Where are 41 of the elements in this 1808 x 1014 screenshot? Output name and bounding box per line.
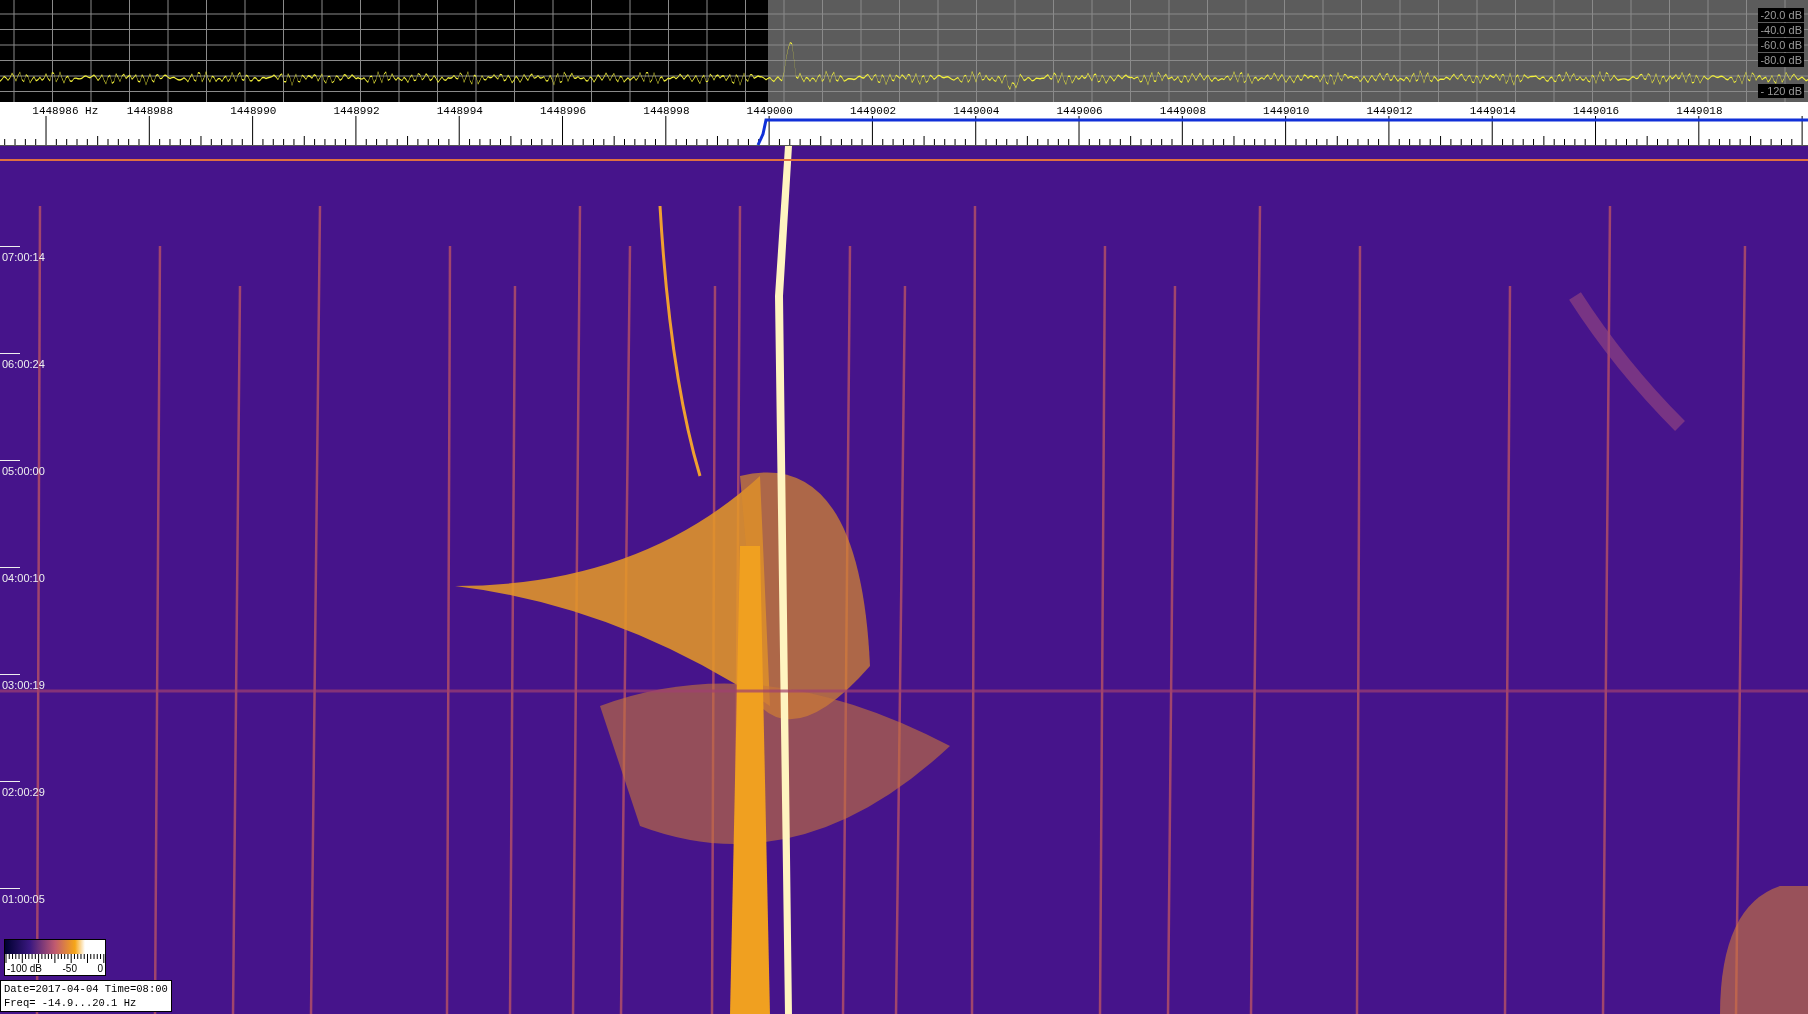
time-tick — [0, 674, 20, 675]
frequency-label: 1449004 — [953, 105, 1000, 117]
frequency-label: 1449008 — [1159, 105, 1206, 117]
time-tick — [0, 460, 20, 461]
frequency-label: 1449002 — [849, 105, 897, 117]
db-label: -60.0 dB — [1758, 38, 1804, 52]
scale-label: -50 — [62, 963, 77, 975]
frequency-label: 1449012 — [1366, 105, 1413, 117]
time-tick — [0, 567, 20, 568]
time-label: 01:00:05 — [1, 892, 45, 907]
time-label: 05:00:00 — [1, 464, 45, 479]
frequency-label: 1449018 — [1676, 105, 1723, 117]
time-tick — [0, 353, 20, 354]
db-label: -80.0 dB — [1758, 53, 1804, 67]
time-label: 06:00:24 — [1, 357, 45, 372]
frequency-label: 1449000 — [746, 105, 793, 117]
db-label: -40.0 dB — [1758, 23, 1804, 37]
frequency-label: 1448990 — [230, 105, 277, 117]
frequency-label: 1448992 — [333, 105, 380, 117]
frequency-label: 1448996 — [540, 105, 587, 117]
db-label: - 120 dB — [1758, 84, 1804, 98]
time-tick — [0, 781, 20, 782]
time-label: 02:00:29 — [1, 785, 45, 800]
time-label: 03:00:19 — [1, 678, 45, 693]
time-label: 04:00:10 — [1, 571, 45, 586]
frequency-label: 1449014 — [1469, 105, 1516, 117]
frequency-label: 1448988 — [126, 105, 174, 117]
info-text: Date=2017-04-04 Time=08:00 — [4, 982, 168, 996]
scale-label: 0 — [97, 963, 103, 975]
frequency-label: 1449006 — [1056, 105, 1103, 117]
time-tick — [0, 888, 20, 889]
db-label: -20.0 dB — [1758, 8, 1804, 22]
time-label: 07:00:14 — [1, 250, 45, 265]
frequency-label: 1449016 — [1573, 105, 1620, 117]
frequency-label: 1449010 — [1263, 105, 1310, 117]
time-tick — [0, 246, 20, 247]
info-text: Freq= -14.9...20.1 Hz — [4, 996, 138, 1010]
frequency-label: 1448994 — [436, 105, 483, 117]
scale-label: -100 dB — [7, 963, 43, 975]
frequency-label: 1448998 — [643, 105, 690, 117]
frequency-label: 1448986 Hz — [32, 105, 99, 117]
